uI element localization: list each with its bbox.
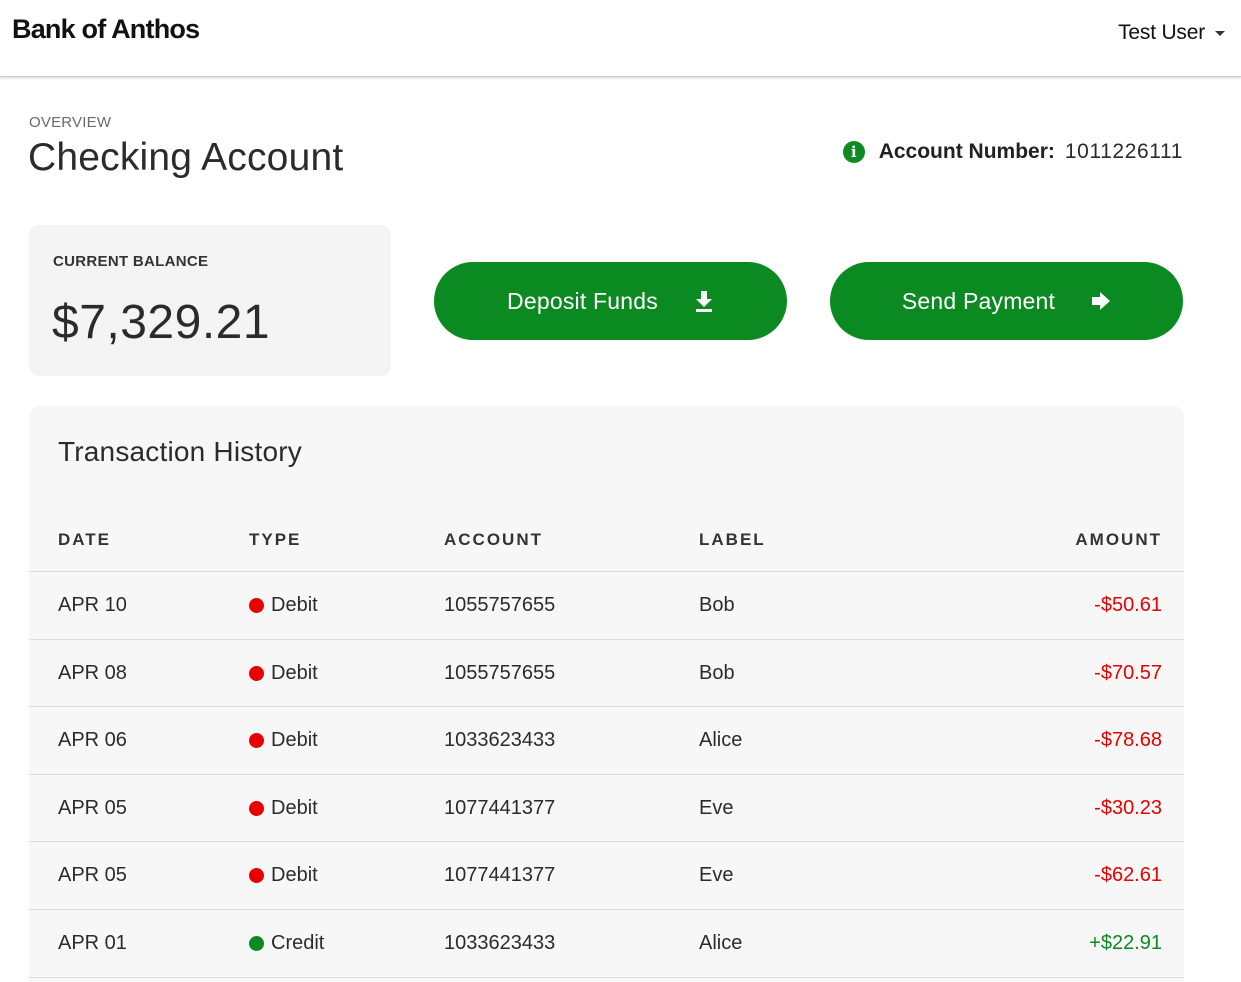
- transaction-account: 1033623433: [444, 931, 556, 954]
- info-icon: i: [842, 141, 865, 163]
- transaction-type-label: Debit: [271, 864, 318, 887]
- transaction-type: Debit: [249, 729, 318, 752]
- transaction-date: APR 10: [58, 594, 127, 616]
- table-row: APR 01 Credit 1033623433 Alice +$22.91: [29, 910, 1184, 978]
- transaction-date: APR 05: [58, 796, 127, 819]
- deposit-funds-button[interactable]: Deposit Funds: [434, 262, 787, 340]
- transaction-amount: -$70.57: [1094, 661, 1162, 684]
- transaction-account: 1055757655: [444, 594, 556, 616]
- transaction-account: 1033623433: [444, 729, 556, 752]
- credit-dot-icon: [249, 935, 264, 951]
- transaction-type-label: Debit: [271, 796, 318, 819]
- send-payment-label: Send Payment: [901, 287, 1056, 314]
- transaction-type: Debit: [249, 662, 318, 685]
- user-name[interactable]: Test User: [1118, 21, 1205, 45]
- transaction-amount: -$78.68: [1094, 729, 1162, 752]
- transaction-type-label: Debit: [271, 594, 318, 616]
- table-header-row: DATE TYPE ACCOUNT LABEL AMOUNT: [29, 506, 1184, 572]
- transaction-account: 1055757655: [444, 661, 556, 684]
- balance-card: CURRENT BALANCE $7,329.21: [29, 225, 391, 376]
- transaction-label: Alice: [699, 931, 743, 954]
- table-row: APR 10 Debit 1055757655 Bob -$50.61: [29, 572, 1184, 640]
- page-title: Checking Account: [28, 136, 344, 179]
- table-row: APR 08 Debit 1055757655 Bob -$70.57: [29, 640, 1184, 708]
- transaction-label: Bob: [699, 661, 735, 684]
- transaction-label: Alice: [699, 729, 743, 752]
- debit-dot-icon: [249, 598, 264, 613]
- transaction-type-label: Credit: [271, 931, 325, 954]
- transaction-amount: -$30.23: [1094, 796, 1162, 819]
- transaction-type-label: Debit: [271, 729, 318, 752]
- user-menu-toggle[interactable]: Test User: [1118, 20, 1225, 46]
- transaction-date: APR 06: [58, 729, 127, 752]
- transaction-table: DATE TYPE ACCOUNT LABEL AMOUNT APR 10 De…: [29, 506, 1184, 978]
- account-number-info: i Account Number: 1011226111: [842, 138, 1183, 166]
- account-number-value: 1011226111: [1064, 140, 1183, 163]
- debit-dot-icon: [249, 665, 264, 681]
- transaction-type: Credit: [249, 932, 324, 955]
- table-row: APR 05 Debit 1077441377 Eve -$62.61: [29, 842, 1184, 910]
- transaction-date: APR 08: [58, 661, 127, 684]
- caret-down-icon[interactable]: [1215, 30, 1225, 36]
- transaction-label: Eve: [699, 864, 734, 887]
- debit-dot-icon: [249, 868, 264, 884]
- send-payment-button[interactable]: Send Payment: [830, 262, 1183, 340]
- balance-label: CURRENT BALANCE: [53, 253, 209, 270]
- transaction-history-title: Transaction History: [58, 436, 302, 467]
- transaction-type: Debit: [249, 864, 318, 887]
- table-row: APR 06 Debit 1033623433 Alice -$78.68: [29, 707, 1184, 775]
- overview-label: OVERVIEW: [29, 114, 112, 131]
- transaction-label: Eve: [699, 796, 734, 819]
- column-header-date: DATE: [58, 530, 112, 549]
- transaction-account: 1077441377: [444, 864, 556, 887]
- account-number-label: Account Number:: [878, 140, 1055, 163]
- table-row: APR 05 Debit 1077441377 Eve -$30.23: [29, 775, 1184, 843]
- transaction-date: APR 05: [58, 864, 127, 887]
- transaction-type: Debit: [249, 797, 318, 820]
- transaction-account: 1077441377: [444, 796, 556, 819]
- debit-dot-icon: [249, 733, 264, 749]
- transaction-amount: -$50.61: [1094, 594, 1162, 616]
- balance-value: $7,329.21: [52, 296, 271, 349]
- transaction-type-label: Debit: [271, 661, 318, 684]
- download-icon: [695, 291, 712, 312]
- column-header-account: ACCOUNT: [444, 530, 543, 549]
- transaction-date: APR 01: [58, 931, 127, 954]
- transaction-history-card: Transaction History DATE TYPE ACCOUNT LA…: [29, 406, 1184, 982]
- transaction-label: Bob: [699, 594, 735, 616]
- column-header-label: LABEL: [699, 530, 766, 549]
- debit-dot-icon: [249, 800, 264, 816]
- transaction-type: Debit: [249, 594, 318, 617]
- brand-logo[interactable]: Bank of Anthos: [12, 14, 200, 45]
- transaction-amount: +$22.91: [1089, 931, 1162, 954]
- top-navbar: Bank of Anthos Test User: [0, 0, 1241, 77]
- arrow-right-icon: [1092, 292, 1111, 310]
- deposit-funds-label: Deposit Funds: [507, 287, 658, 314]
- column-header-amount: AMOUNT: [1075, 530, 1162, 549]
- column-header-type: TYPE: [249, 530, 302, 549]
- transaction-amount: -$62.61: [1094, 864, 1162, 887]
